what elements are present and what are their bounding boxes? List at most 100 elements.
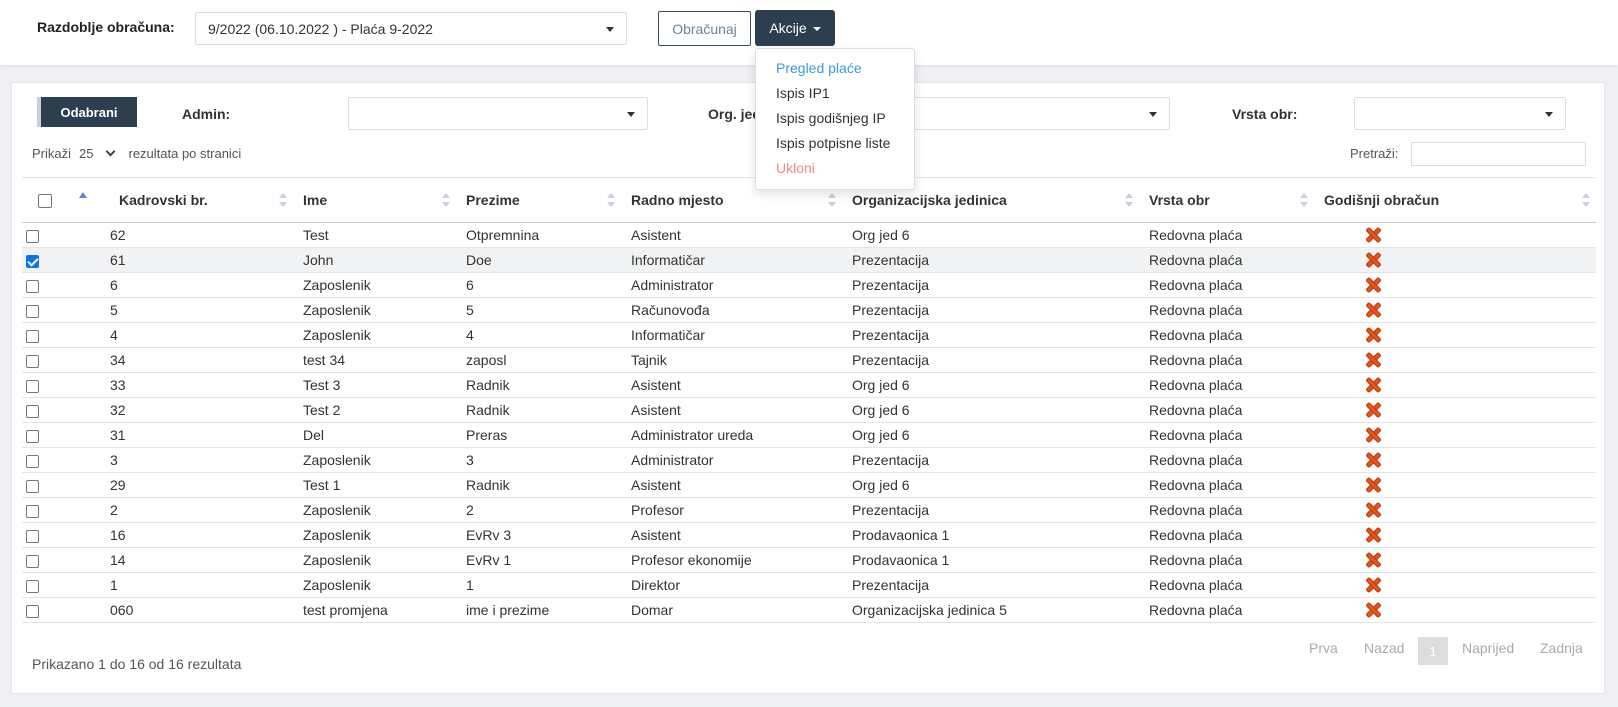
row-checkbox[interactable] (26, 279, 39, 293)
pager-last[interactable]: Zadnja (1540, 640, 1583, 656)
table-row[interactable]: 34 test 34 zaposl Tajnik Prezentacija Redovna… (22, 347, 1596, 373)
search-input[interactable] (1411, 142, 1586, 166)
row-checkbox[interactable] (26, 579, 39, 593)
table-row[interactable]: 5 Zaposlenik 5 Računovođa Prezentacija Redovn… (22, 297, 1596, 323)
x-icon[interactable] (1364, 551, 1382, 569)
x-icon[interactable] (1364, 401, 1382, 419)
column-header-id[interactable]: Kadrovski br. (79, 177, 293, 223)
x-icon[interactable] (1364, 351, 1382, 369)
cell-id: 4 (86, 322, 293, 348)
x-icon[interactable] (1364, 426, 1382, 444)
cell-position: Asistent (621, 522, 842, 548)
cell-last-name: ime i prezime (456, 597, 621, 623)
menu-item-print-signature-list[interactable]: Ispis potpisne liste (776, 135, 890, 151)
row-checkbox[interactable] (26, 379, 39, 393)
x-icon[interactable] (1364, 326, 1382, 344)
cell-select (22, 522, 86, 548)
table-row[interactable]: 14 Zaposlenik EvRv 1 Profesor ekonomije Prod… (22, 547, 1596, 573)
row-checkbox[interactable] (26, 479, 39, 493)
table-row[interactable]: 29 Test 1 Radnik Asistent Org jed 6 Redovna p… (22, 472, 1596, 498)
table-row[interactable]: 1 Zaposlenik 1 Direktor Prezentacija Redovna … (22, 572, 1596, 598)
x-icon[interactable] (1364, 501, 1382, 519)
cell-select (22, 497, 86, 523)
cell-first-name: Test 1 (293, 472, 456, 498)
menu-item-payroll-overview[interactable]: Pregled plaće (776, 60, 862, 76)
cell-last-name: Radnik (456, 472, 621, 498)
x-icon[interactable] (1364, 526, 1382, 544)
x-icon[interactable] (1364, 226, 1382, 244)
row-checkbox[interactable] (26, 454, 39, 468)
table-row[interactable]: 62 Test Otpremnina Asistent Org jed 6 Redovna… (22, 222, 1596, 248)
cell-first-name: Zaposlenik (293, 522, 456, 548)
menu-item-remove[interactable]: Ukloni (776, 160, 815, 176)
chevron-down-icon[interactable] (106, 146, 116, 157)
row-checkbox[interactable] (26, 404, 39, 418)
selected-button[interactable]: Odabrani (37, 97, 137, 127)
table-row[interactable]: 2 Zaposlenik 2 Profesor Prezentacija Redovna … (22, 497, 1596, 523)
calculate-button[interactable]: Obračunaj (658, 11, 751, 46)
x-icon[interactable] (1364, 576, 1382, 594)
menu-item-print-ip1[interactable]: Ispis IP1 (776, 85, 830, 101)
sort-icon (828, 193, 836, 207)
x-icon[interactable] (1364, 451, 1382, 469)
cell-id: 34 (86, 347, 293, 373)
cell-position: Asistent (621, 222, 842, 248)
row-checkbox[interactable] (26, 254, 39, 268)
cell-id: 2 (86, 497, 293, 523)
pager-first[interactable]: Prva (1309, 640, 1338, 656)
cell-select (22, 397, 86, 423)
period-select[interactable]: 9/2022 (06.10.2022 ) - Plaća 9-2022 (195, 12, 627, 45)
row-checkbox[interactable] (26, 329, 39, 343)
cell-calc-type: Redovna plaća (1139, 422, 1314, 448)
cell-position: Računovođa (621, 297, 842, 323)
table-row[interactable]: 61 John Doe Informatičar Prezentacija Redovna… (22, 247, 1596, 273)
column-header-last-name[interactable]: Prezime (456, 177, 621, 223)
x-icon[interactable] (1364, 301, 1382, 319)
column-header-first-name[interactable]: Ime (293, 177, 456, 223)
x-icon[interactable] (1364, 476, 1382, 494)
pager-next[interactable]: Naprijed (1462, 640, 1514, 656)
select-all-checkbox[interactable] (38, 194, 52, 209)
x-icon[interactable] (1364, 376, 1382, 394)
row-checkbox[interactable] (26, 429, 39, 443)
row-checkbox[interactable] (26, 604, 39, 618)
x-icon[interactable] (1364, 276, 1382, 294)
cell-last-name: Radnik (456, 397, 621, 423)
table-row[interactable]: 16 Zaposlenik EvRv 3 Asistent Prodavaonica 1… (22, 522, 1596, 548)
row-checkbox[interactable] (26, 529, 39, 543)
x-icon[interactable] (1364, 251, 1382, 269)
actions-button[interactable]: Akcije (755, 10, 835, 46)
cell-calc-type: Redovna plaća (1139, 397, 1314, 423)
table-row[interactable]: 32 Test 2 Radnik Asistent Org jed 6 Redovna p… (22, 397, 1596, 423)
menu-item-print-annual-ip[interactable]: Ispis godišnjeg IP (776, 110, 886, 126)
cell-last-name: Radnik (456, 372, 621, 398)
row-checkbox[interactable] (26, 354, 39, 368)
row-checkbox[interactable] (26, 229, 39, 243)
pager-current[interactable]: 1 (1418, 637, 1448, 665)
column-header-annual-calc[interactable]: Godišnji obračun (1314, 177, 1596, 223)
admin-select[interactable] (348, 97, 648, 130)
cell-annual-calc (1314, 472, 1596, 498)
org-unit-select[interactable] (870, 97, 1170, 130)
search-label: Pretraži: (1350, 146, 1399, 161)
period-label: Razdoblje obračuna: (37, 19, 175, 35)
table-row[interactable]: 060 test promjena ime i prezime Domar Organi… (22, 597, 1596, 623)
row-checkbox[interactable] (26, 504, 39, 518)
x-icon[interactable] (1364, 601, 1382, 619)
cell-org-unit: Prezentacija (842, 247, 1139, 273)
cell-org-unit: Prezentacija (842, 572, 1139, 598)
cell-annual-calc (1314, 547, 1596, 573)
row-checkbox[interactable] (26, 304, 39, 318)
table-row[interactable]: 4 Zaposlenik 4 Informatičar Prezentacija Redo… (22, 322, 1596, 348)
pager-prev[interactable]: Nazad (1364, 640, 1404, 656)
table-row[interactable]: 3 Zaposlenik 3 Administrator Prezentacija Red… (22, 447, 1596, 473)
cell-select (22, 222, 86, 248)
column-header-calc-type[interactable]: Vrsta obr (1139, 177, 1314, 223)
table-row[interactable]: 31 Del Preras Administrator ureda Org jed 6R… (22, 422, 1596, 448)
page-size-select[interactable]: 25 (79, 146, 93, 161)
cell-calc-type: Redovna plaća (1139, 547, 1314, 573)
table-row[interactable]: 33 Test 3 Radnik Asistent Org jed 6 Redovna p… (22, 372, 1596, 398)
table-row[interactable]: 6 Zaposlenik 6 Administrator Prezentacija Red… (22, 272, 1596, 298)
row-checkbox[interactable] (26, 554, 39, 568)
calc-type-select[interactable] (1354, 97, 1566, 130)
